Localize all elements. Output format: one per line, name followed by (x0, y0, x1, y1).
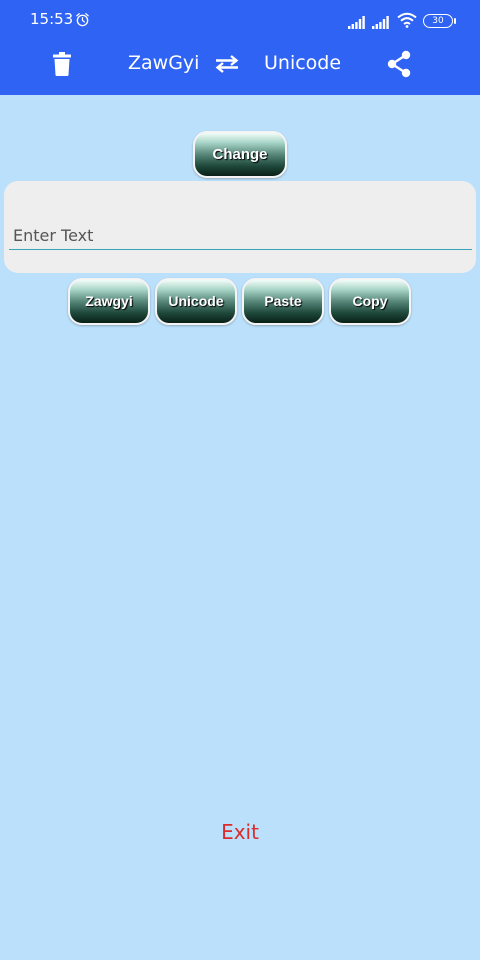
swap-icon (215, 55, 239, 73)
copy-button[interactable]: Copy (329, 278, 411, 325)
trash-icon (53, 52, 71, 76)
signal-icon (348, 14, 366, 33)
paste-button[interactable]: Paste (242, 278, 324, 325)
app-bar: 15:53 30 ZawGyi Unicode (0, 0, 480, 95)
swap-encoding-button[interactable] (213, 51, 241, 77)
text-input[interactable] (9, 220, 472, 250)
share-icon (387, 50, 411, 78)
signal-icon (372, 14, 390, 33)
status-time: 15:53 (30, 10, 74, 28)
wifi-icon (397, 12, 417, 32)
unicode-button[interactable]: Unicode (155, 278, 237, 325)
battery-indicator: 30 (423, 14, 453, 28)
share-button[interactable] (384, 49, 414, 79)
change-button[interactable]: Change (193, 131, 287, 178)
battery-tip (454, 18, 456, 24)
alarm-icon (75, 12, 90, 31)
source-encoding-label: ZawGyi (128, 52, 200, 74)
exit-button[interactable]: Exit (0, 820, 480, 844)
target-encoding-label: Unicode (264, 52, 342, 74)
clear-button[interactable] (48, 50, 76, 78)
zawgyi-button[interactable]: Zawgyi (68, 278, 150, 325)
